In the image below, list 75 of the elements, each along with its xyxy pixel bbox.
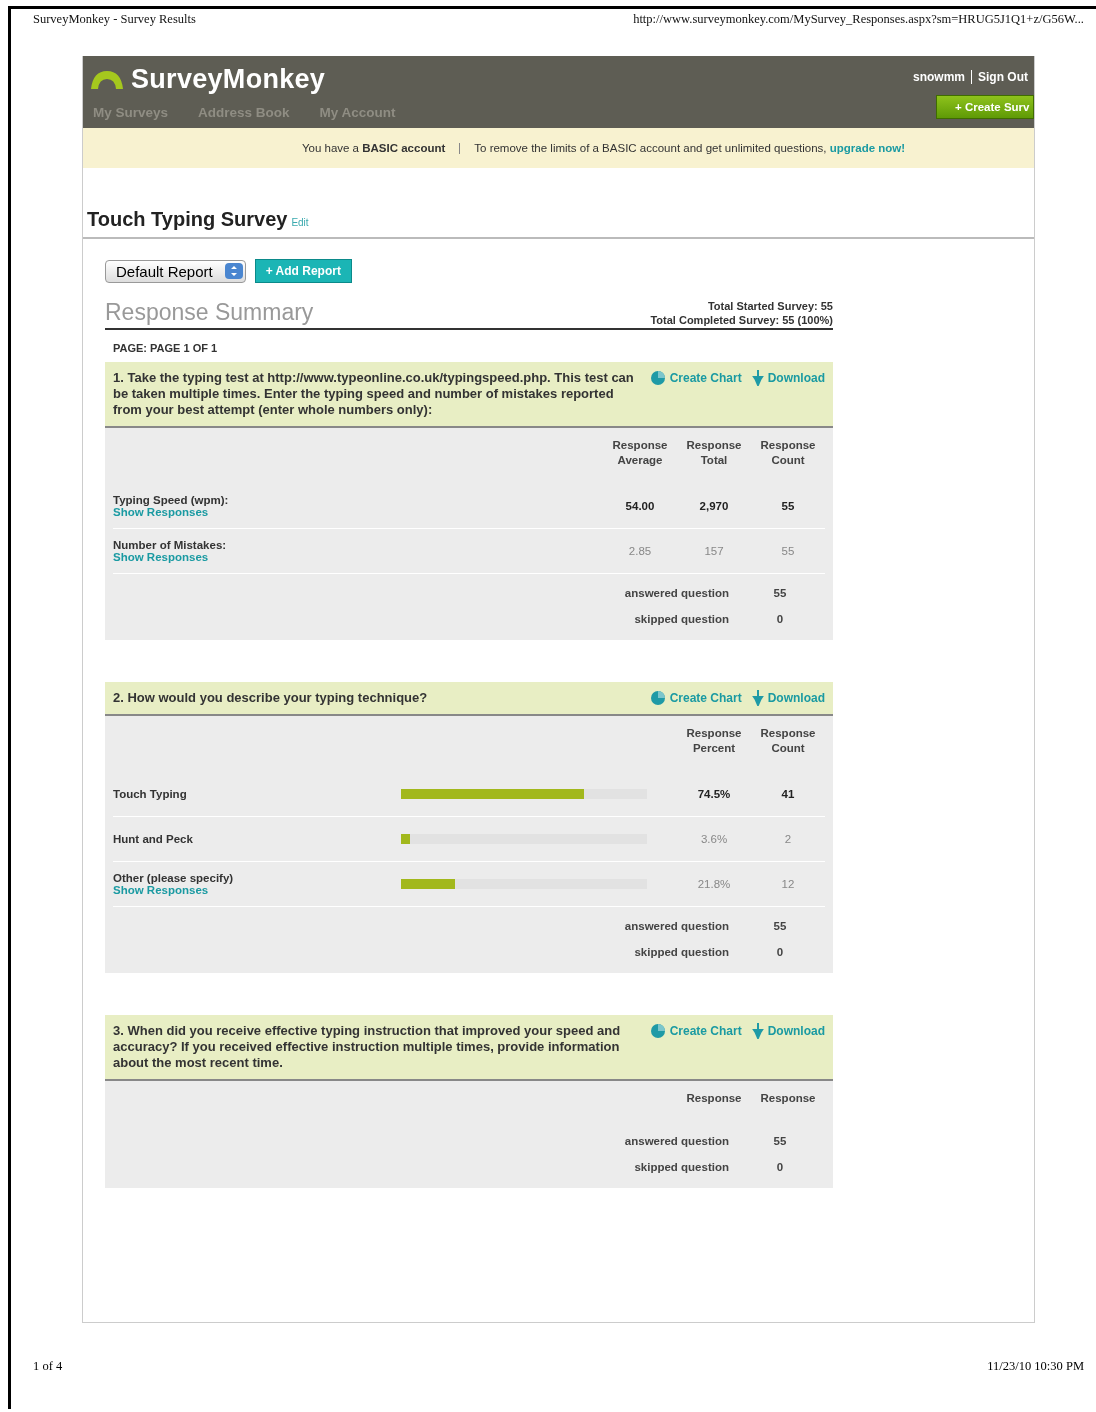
- download-icon: [751, 370, 764, 386]
- summary-label: answered question: [623, 1135, 730, 1147]
- summary-value: 0: [775, 946, 785, 958]
- question-text: 1. Take the typing test at http://www.typeonline.co.uk/typingspeed.php. This test can be taken multiple times. Enter the typing speed and number of mistakes reported from your best attempt (enter whole numbers only):: [113, 370, 635, 418]
- page-number: 1 of 4: [33, 1359, 63, 1374]
- column-header: Response Count: [759, 438, 817, 468]
- show-responses-link[interactable]: Show Responses: [113, 506, 603, 518]
- question-text: 3. When did you receive effective typing instruction that improved your speed and accuracy? If you received effective instruction multiple times, provide information about the most recent time.: [113, 1023, 622, 1071]
- download-link[interactable]: Download: [751, 690, 825, 706]
- pie-chart-icon: [649, 690, 666, 706]
- total-started: Total Started Survey: 55: [707, 300, 833, 312]
- page-url: http://www.surveymonkey.com/MySurvey_Responses.aspx?sm=HRUG5J1Q1+z/G56W...: [633, 12, 1084, 27]
- create-survey-button[interactable]: + Create Surv: [936, 95, 1034, 119]
- page-title: SurveyMonkey - Survey Results: [33, 12, 196, 27]
- monkey-logo-icon: [89, 68, 125, 91]
- edit-link[interactable]: Edit: [291, 217, 309, 228]
- table-cell-text: 2.85: [627, 545, 653, 557]
- summary-value: 55: [772, 587, 788, 599]
- upgrade-message: To remove the limits of a BASIC account and get unlimited questions, upgrade now!: [474, 142, 906, 154]
- row-label: Number of Mistakes:: [113, 539, 228, 551]
- create-chart-link[interactable]: Create Chart: [649, 1023, 742, 1039]
- table-cell-text: 55: [780, 545, 796, 557]
- row-label: Other (please specify): [113, 872, 235, 884]
- summary-value: 0: [775, 613, 785, 625]
- row-label: Typing Speed (wpm):: [113, 494, 230, 506]
- page-label: PAGE: PAGE 1 OF 1: [112, 341, 219, 356]
- create-chart-link[interactable]: Create Chart: [649, 690, 742, 706]
- create-chart-link[interactable]: Create Chart: [649, 370, 742, 386]
- pie-chart-icon: [649, 370, 666, 386]
- account-text: You have a BASIC account: [301, 142, 446, 154]
- summary-value: 0: [775, 1161, 785, 1173]
- table-cell-text: 21.8%: [696, 878, 732, 890]
- column-header: Response Average: [611, 438, 669, 468]
- print-date: 11/23/10 10:30 PM: [987, 1359, 1084, 1374]
- logo-text: SurveyMonkey: [131, 64, 326, 95]
- column-header: Response Total: [685, 438, 743, 468]
- column-header: Response Percent: [685, 726, 743, 756]
- summary-label: skipped question: [633, 613, 730, 625]
- table-cell-text: 157: [703, 545, 725, 557]
- summary-label: answered question: [623, 587, 730, 599]
- summary-value: 55: [772, 920, 788, 932]
- column-header: Response Count: [759, 726, 817, 756]
- summary-label: skipped question: [633, 1161, 730, 1173]
- column-header: Response: [685, 1091, 743, 1106]
- table-cell-text: 2,970: [698, 500, 730, 512]
- column-header: Response: [759, 1091, 817, 1106]
- table-cell-text: 74.5%: [696, 788, 732, 800]
- row-label: Hunt and Peck: [113, 833, 194, 845]
- survey-title: Touch Typing Survey: [87, 208, 288, 231]
- summary-value: 55: [772, 1135, 788, 1147]
- download-link[interactable]: Download: [751, 370, 825, 386]
- sign-out-link[interactable]: Sign Out: [978, 70, 1028, 84]
- table-cell-text: 41: [780, 788, 796, 800]
- add-report-button[interactable]: + Add Report: [254, 259, 352, 283]
- upgrade-link[interactable]: upgrade now!: [829, 142, 906, 154]
- table-cell-text: 3.6%: [699, 833, 729, 845]
- summary-label: answered question: [623, 920, 730, 932]
- row-label: Touch Typing: [113, 788, 188, 800]
- pie-chart-icon: [649, 1023, 666, 1039]
- question-text: 2. How would you describe your typing technique?: [113, 690, 429, 706]
- download-link[interactable]: Download: [751, 1023, 825, 1039]
- show-responses-link[interactable]: Show Responses: [113, 551, 603, 563]
- summary-label: skipped question: [633, 946, 730, 958]
- table-cell-text: 55: [780, 500, 796, 512]
- download-icon: [751, 1023, 764, 1039]
- table-cell-text: 12: [780, 878, 796, 890]
- download-icon: [751, 690, 764, 706]
- username-link[interactable]: snowmm: [913, 70, 965, 84]
- report-dropdown[interactable]: Default Report: [105, 259, 246, 283]
- table-cell-text: 54.00: [624, 500, 656, 512]
- show-responses-link[interactable]: Show Responses: [113, 884, 401, 896]
- summary-heading: Response Summary: [105, 299, 314, 326]
- table-cell-text: 2: [783, 833, 793, 845]
- stepper-icon: [224, 263, 243, 279]
- total-completed: Total Completed Survey: 55 (100%): [650, 314, 833, 326]
